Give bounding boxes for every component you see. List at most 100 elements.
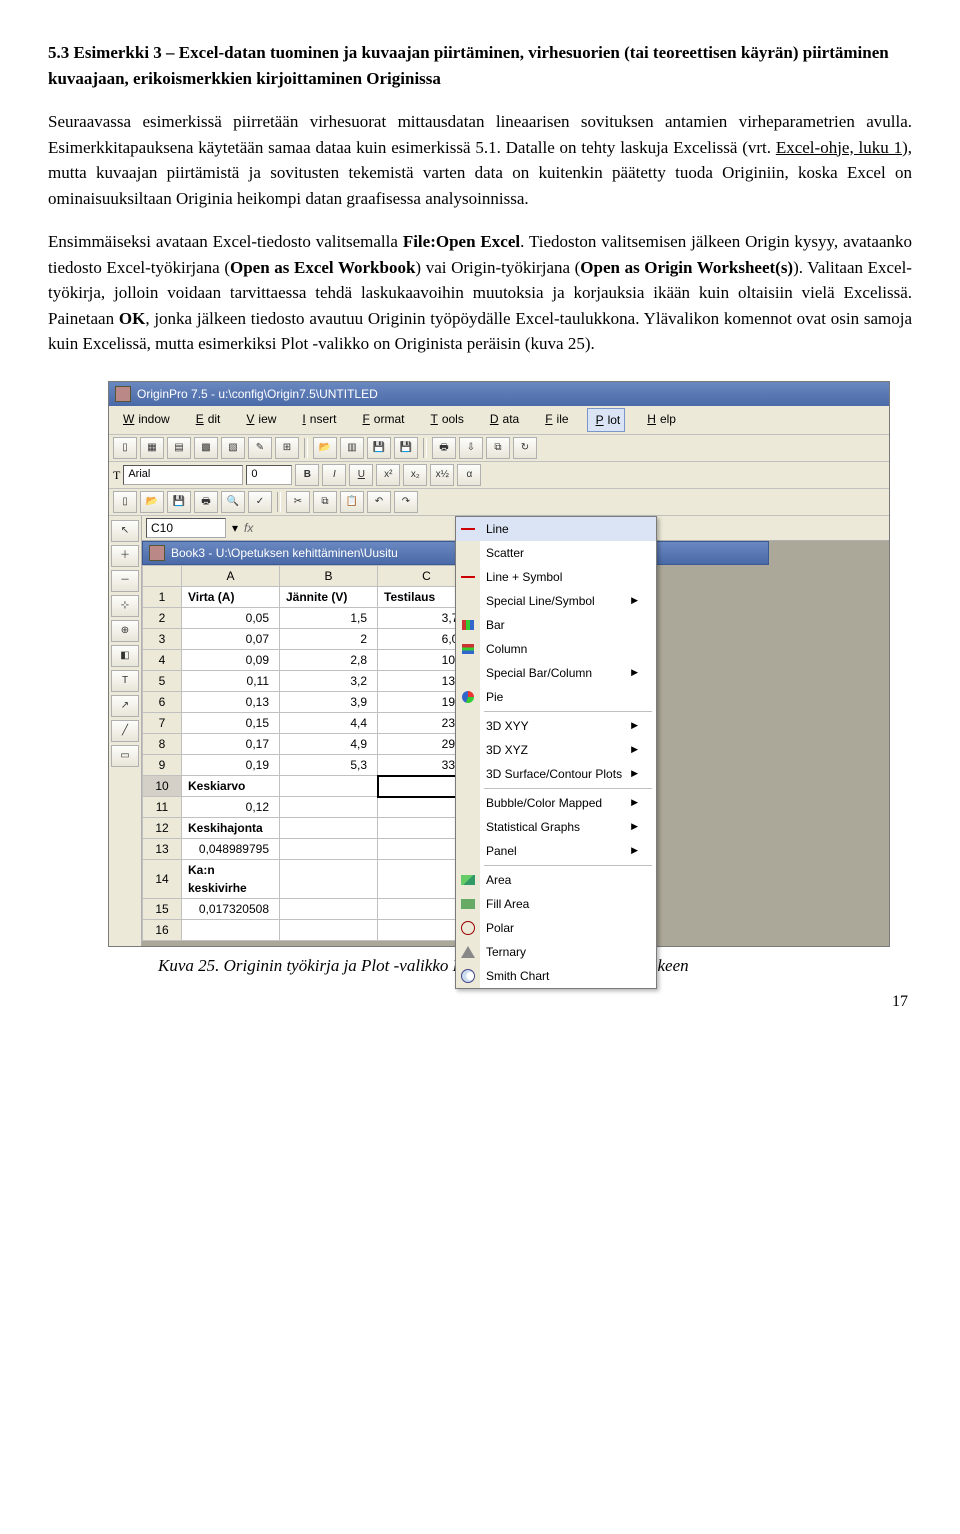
plot-menu-fill-area[interactable]: Fill Area [456,892,656,916]
cell[interactable]: 0,09 [182,649,280,670]
tb-refresh-icon[interactable]: ↻ [513,437,537,459]
row-header[interactable]: 15 [143,899,182,920]
tb3-save-icon[interactable]: 💾 [167,491,191,513]
superscript-icon[interactable]: x² [376,464,400,486]
row-header[interactable]: 9 [143,754,182,776]
cell[interactable] [280,860,378,899]
cell[interactable]: 3,2 [280,670,378,691]
plot-menu-bubble-color-mapped[interactable]: Bubble/Color Mapped▶ [456,791,656,815]
cell[interactable]: 0,15 [182,712,280,733]
cell[interactable]: 0,017320508 [182,899,280,920]
tb-graph-icon[interactable]: ▩ [194,437,218,459]
plot-menu[interactable]: LineScatterLine + SymbolSpecial Line/Sym… [455,516,657,989]
menu-help[interactable]: Help [639,408,680,432]
cell[interactable]: 3,9 [280,691,378,712]
reader-icon[interactable]: ⊹ [111,595,139,617]
rect-icon[interactable]: ▭ [111,745,139,767]
tb3-redo-icon[interactable]: ↷ [394,491,418,513]
tb3-paste-icon[interactable]: 📋 [340,491,364,513]
row-header[interactable]: 12 [143,818,182,839]
cell[interactable] [280,839,378,860]
fx-dropdown-icon[interactable]: ▾ [232,519,238,537]
plot-menu-smith-chart[interactable]: Smith Chart [456,964,656,988]
cell[interactable]: 2,8 [280,649,378,670]
plot-menu-statistical-graphs[interactable]: Statistical Graphs▶ [456,815,656,839]
tb-open-icon[interactable]: 📂 [313,437,337,459]
tb-matrix-icon[interactable]: ▧ [221,437,245,459]
cell[interactable]: Keskiarvo [182,776,280,797]
tb-savetpl-icon[interactable]: 💾 [394,437,418,459]
cell[interactable]: 0,17 [182,733,280,754]
tb3-preview-icon[interactable]: 🔍 [221,491,245,513]
menubar[interactable]: WindowEditViewInsertFormatToolsDataFileP… [109,406,889,435]
zoomout-icon[interactable]: － [111,570,139,592]
cell[interactable] [280,776,378,797]
tb-layout-icon[interactable]: ⊞ [275,437,299,459]
plot-menu-special-line-symbol[interactable]: Special Line/Symbol▶ [456,589,656,613]
cell[interactable]: 0,048989795 [182,839,280,860]
cell[interactable]: 1,5 [280,607,378,628]
supsub-icon[interactable]: x½ [430,464,454,486]
tb3-cut-icon[interactable]: ✂ [286,491,310,513]
zoomin-icon[interactable]: ＋ [111,545,139,567]
screen-icon[interactable]: ⊕ [111,620,139,642]
plot-menu-polar[interactable]: Polar [456,916,656,940]
plot-menu-3d-xyz[interactable]: 3D XYZ▶ [456,738,656,762]
cell[interactable] [280,920,378,941]
menu-format[interactable]: Format [354,408,408,432]
data-icon[interactable]: ◧ [111,645,139,667]
menu-plot[interactable]: Plot [587,408,626,432]
subscript-icon[interactable]: x₂ [403,464,427,486]
menu-view[interactable]: View [238,408,280,432]
plot-menu-pie[interactable]: Pie [456,685,656,709]
font-selector[interactable]: Arial [123,465,243,485]
line-icon[interactable]: ╱ [111,720,139,742]
tb3-print-icon[interactable]: 🖶 [194,491,218,513]
menu-data[interactable]: Data [482,408,523,432]
cell[interactable]: 0,13 [182,691,280,712]
plot-menu-area[interactable]: Area [456,868,656,892]
cell[interactable]: Keskihajonta [182,818,280,839]
cell[interactable]: Ka:n keskivirhe [182,860,280,899]
greek-icon[interactable]: α [457,464,481,486]
cell[interactable]: 2 [280,628,378,649]
plot-menu-special-bar-column[interactable]: Special Bar/Column▶ [456,661,656,685]
row-header[interactable]: 5 [143,670,182,691]
row-header[interactable]: 4 [143,649,182,670]
row-header[interactable]: 2 [143,607,182,628]
cell[interactable]: 0,19 [182,754,280,776]
cell[interactable]: 5,3 [280,754,378,776]
plot-menu-column[interactable]: Column [456,637,656,661]
cell[interactable]: 0,05 [182,607,280,628]
cell[interactable]: 4,4 [280,712,378,733]
plot-menu-line[interactable]: Line [456,517,656,541]
tb-notes-icon[interactable]: ✎ [248,437,272,459]
fx-icon[interactable]: fx [244,519,253,537]
row-header[interactable]: 1 [143,586,182,607]
row-header[interactable]: 14 [143,860,182,899]
row-header[interactable]: 10 [143,776,182,797]
fontsize-selector[interactable]: 0 [246,465,292,485]
tb-save-icon[interactable]: 💾 [367,437,391,459]
cell[interactable]: Jännite (V) [280,586,378,607]
tb3-new-icon[interactable]: ▯ [113,491,137,513]
row-header[interactable]: 3 [143,628,182,649]
menu-file[interactable]: File [537,408,572,432]
row-header[interactable]: 6 [143,691,182,712]
row-header[interactable]: 16 [143,920,182,941]
cell[interactable]: 4,9 [280,733,378,754]
cell[interactable]: 0,07 [182,628,280,649]
text-tool-icon[interactable]: Ƭ [113,466,120,484]
corner-cell[interactable] [143,565,182,586]
cell[interactable]: 0,12 [182,797,280,818]
arrow-icon[interactable]: ↗ [111,695,139,717]
tb-wks-icon[interactable]: ▦ [140,437,164,459]
tb3-copy-icon[interactable]: ⧉ [313,491,337,513]
row-header[interactable]: 7 [143,712,182,733]
plot-menu-ternary[interactable]: Ternary [456,940,656,964]
italic-icon[interactable]: I [322,464,346,486]
name-box[interactable]: C10 [146,518,226,538]
plot-menu-line-symbol[interactable]: Line + Symbol [456,565,656,589]
underline-icon[interactable]: U [349,464,373,486]
menu-window[interactable]: Window [115,408,174,432]
